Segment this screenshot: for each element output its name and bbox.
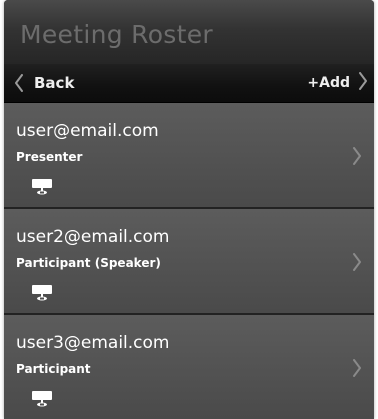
page-title: Meeting Roster <box>20 20 213 49</box>
user-email: user3@email.com <box>16 333 170 353</box>
chevron-right-icon <box>352 253 362 271</box>
meeting-roster-screen: Meeting Roster Back +Add user@email.com … <box>4 0 374 419</box>
chevron-right-icon <box>352 359 362 377</box>
presentation-screen-icon <box>31 284 53 302</box>
roster-item[interactable]: user3@email.com Participant <box>4 315 374 419</box>
back-label: Back <box>34 74 75 92</box>
back-button[interactable]: Back <box>14 69 74 97</box>
add-label: +Add <box>307 75 350 91</box>
title-bar: Meeting Roster <box>4 0 374 64</box>
user-email: user2@email.com <box>16 227 170 247</box>
add-button[interactable]: +Add <box>307 69 368 97</box>
chevron-right-icon <box>352 147 362 165</box>
user-role: Participant <box>16 362 91 376</box>
roster-list: user@email.com Presenter user2@email.com… <box>4 103 374 419</box>
navigation-bar: Back +Add <box>4 64 374 103</box>
roster-item[interactable]: user@email.com Presenter <box>4 103 374 209</box>
user-email: user@email.com <box>16 121 159 141</box>
chevron-right-icon <box>358 72 368 94</box>
presentation-screen-icon <box>31 178 53 196</box>
user-role: Presenter <box>16 150 83 164</box>
chevron-left-icon <box>14 74 24 92</box>
roster-item[interactable]: user2@email.com Participant (Speaker) <box>4 209 374 315</box>
user-role: Participant (Speaker) <box>16 256 161 270</box>
presentation-screen-icon <box>31 390 53 408</box>
